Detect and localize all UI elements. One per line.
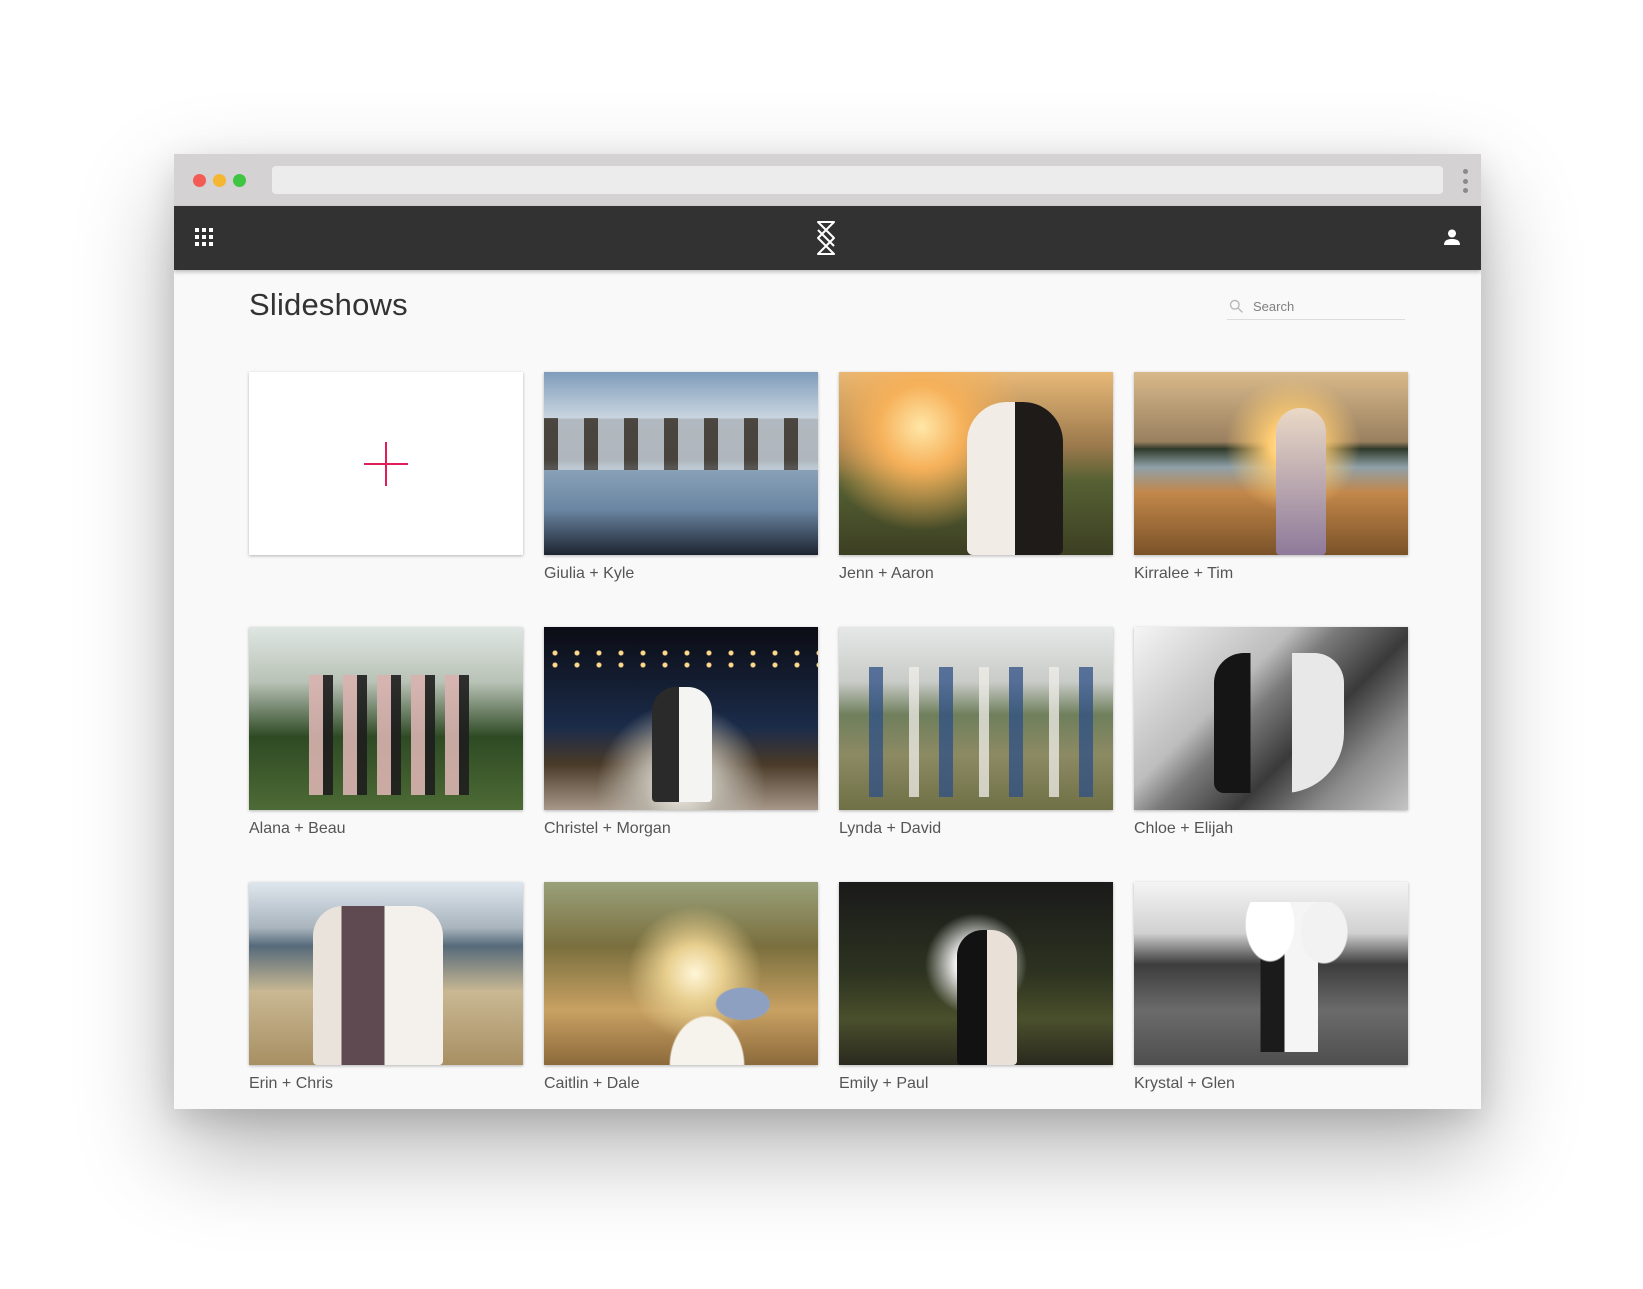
search-input[interactable] [1253, 296, 1403, 316]
page-title: Slideshows [249, 287, 408, 322]
new-slideshow-button[interactable] [249, 372, 523, 555]
slideshow-thumbnail[interactable] [544, 372, 818, 555]
slideshow-card[interactable]: Alana + Beau [249, 627, 523, 882]
slideshow-card[interactable]: Krystal + Glen [1134, 882, 1408, 1109]
new-slideshow-card[interactable] [249, 372, 523, 627]
app-header [174, 206, 1481, 270]
slideshow-caption[interactable]: Erin + Chris [249, 1075, 523, 1093]
search-box [1227, 294, 1405, 320]
slideshow-thumbnail[interactable] [839, 627, 1113, 810]
slideshow-card[interactable]: Caitlin + Dale [544, 882, 818, 1109]
hourglass-logo-icon[interactable] [814, 220, 838, 256]
slideshow-card[interactable]: Christel + Morgan [544, 627, 818, 882]
slideshow-caption[interactable]: Alana + Beau [249, 820, 523, 838]
main-content: Slideshows Giulia + Kyle [174, 270, 1481, 1109]
slideshow-card[interactable]: Erin + Chris [249, 882, 523, 1109]
slideshow-caption[interactable]: Giulia + Kyle [544, 565, 818, 583]
grid-apps-icon[interactable] [195, 228, 213, 246]
slideshow-card[interactable]: Giulia + Kyle [544, 372, 818, 627]
slideshow-caption[interactable]: Jenn + Aaron [839, 565, 1113, 583]
slideshow-caption[interactable]: Krystal + Glen [1134, 1075, 1408, 1093]
close-window-button[interactable] [193, 174, 206, 187]
slideshow-caption[interactable]: Emily + Paul [839, 1075, 1113, 1093]
maximize-window-button[interactable] [233, 174, 246, 187]
browser-window: Slideshows Giulia + Kyle [174, 154, 1481, 1109]
browser-menu-icon[interactable] [1462, 169, 1468, 193]
slideshow-thumbnail[interactable] [544, 627, 818, 810]
search-icon [1229, 299, 1243, 313]
slideshow-thumbnail[interactable] [544, 882, 818, 1065]
slideshow-card[interactable]: Kirralee + Tim [1134, 372, 1408, 627]
slideshow-caption[interactable]: Kirralee + Tim [1134, 565, 1408, 583]
plus-icon [364, 441, 408, 486]
slideshow-thumbnail[interactable] [839, 882, 1113, 1065]
minimize-window-button[interactable] [213, 174, 226, 187]
slideshow-thumbnail[interactable] [249, 627, 523, 810]
slideshow-thumbnail[interactable] [839, 372, 1113, 555]
slideshow-card[interactable]: Jenn + Aaron [839, 372, 1113, 627]
slideshow-grid: Giulia + Kyle Jenn + Aaron Kirralee + Ti… [249, 372, 1408, 1109]
user-icon[interactable] [1443, 228, 1461, 246]
address-bar[interactable] [272, 166, 1443, 194]
slideshow-card[interactable]: Lynda + David [839, 627, 1113, 882]
slideshow-card[interactable]: Chloe + Elijah [1134, 627, 1408, 882]
slideshow-caption[interactable]: Christel + Morgan [544, 820, 818, 838]
slideshow-thumbnail[interactable] [249, 882, 523, 1065]
slideshow-thumbnail[interactable] [1134, 882, 1408, 1065]
browser-toolbar [174, 154, 1481, 206]
slideshow-card[interactable]: Emily + Paul [839, 882, 1113, 1109]
slideshow-caption[interactable]: Lynda + David [839, 820, 1113, 838]
slideshow-thumbnail[interactable] [1134, 627, 1408, 810]
slideshow-caption[interactable]: Caitlin + Dale [544, 1075, 818, 1093]
slideshow-caption[interactable]: Chloe + Elijah [1134, 820, 1408, 838]
slideshow-thumbnail[interactable] [1134, 372, 1408, 555]
